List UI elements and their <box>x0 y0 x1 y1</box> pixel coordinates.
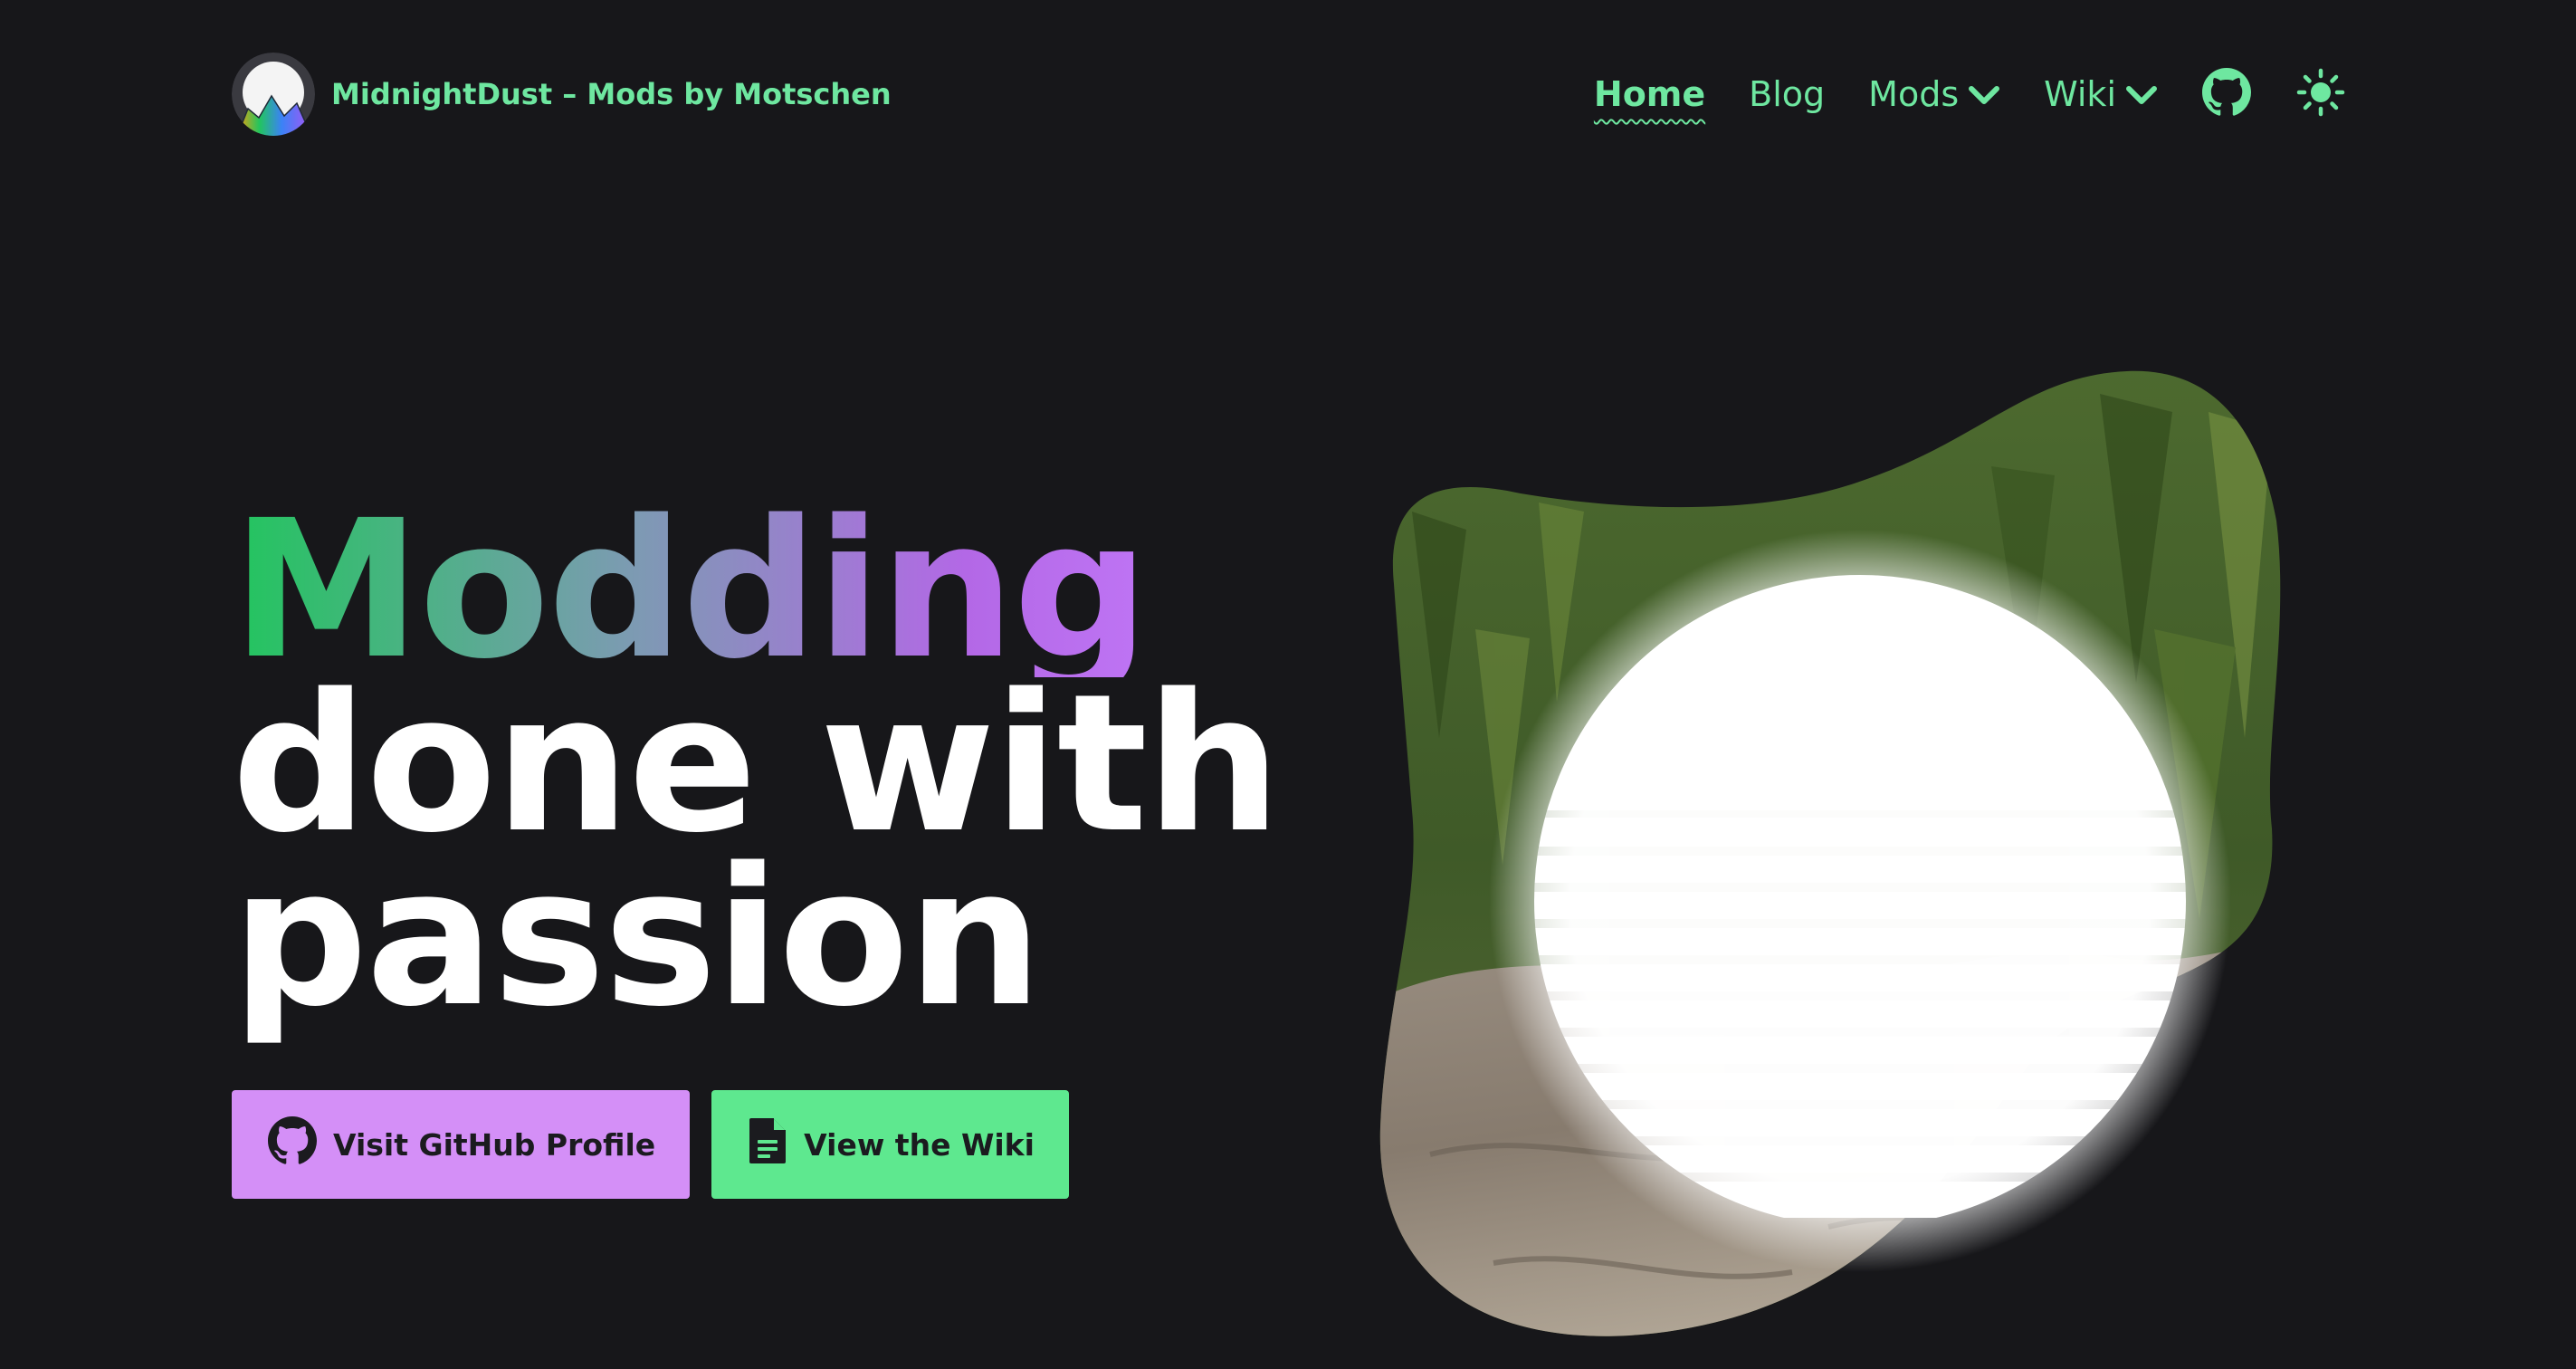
hero-title: Modding done with passion <box>232 495 1282 1048</box>
hero-title-highlight: Modding <box>232 495 1280 685</box>
sun-icon <box>2296 68 2345 120</box>
nav-item-blog[interactable]: Blog <box>1749 74 1825 114</box>
hero-actions: Visit GitHub Profile View the Wiki <box>232 1090 1069 1199</box>
github-icon <box>2202 68 2251 120</box>
nav-item-wiki-dropdown[interactable]: Wiki <box>2044 74 2158 114</box>
github-link[interactable] <box>2201 68 2252 120</box>
page: MidnightDust – Mods by Motschen Home Blo… <box>0 0 2576 1369</box>
nav-item-label: Mods <box>1868 74 1960 114</box>
hero-title-line-3: passion <box>232 827 1043 1048</box>
button-label: Visit GitHub Profile <box>333 1126 656 1163</box>
nav-item-label: Wiki <box>2044 74 2116 114</box>
theme-toggle-button[interactable] <box>2295 68 2346 120</box>
button-label: View the Wiki <box>804 1126 1035 1163</box>
github-icon <box>268 1116 317 1173</box>
visit-github-profile-button[interactable]: Visit GitHub Profile <box>232 1090 691 1199</box>
hero-title-line-2: done with <box>232 653 1282 875</box>
nav-item-mods-dropdown[interactable]: Mods <box>1868 74 2000 114</box>
nav-item-label: Home <box>1593 74 1706 114</box>
hero-artwork <box>1358 358 2371 1354</box>
chevron-down-icon <box>2125 74 2158 114</box>
main-nav: Home Blog Mods Wiki <box>1594 65 2346 123</box>
midnightdust-logo-icon <box>232 53 315 136</box>
chevron-down-icon <box>1968 74 2000 114</box>
brand-link[interactable]: MidnightDust – Mods by Motschen <box>232 53 892 136</box>
nav-item-label: Blog <box>1749 74 1826 114</box>
nav-item-home[interactable]: Home <box>1594 74 1705 114</box>
view-wiki-button[interactable]: View the Wiki <box>711 1090 1069 1199</box>
hero-artwork-svg <box>1379 370 2281 1336</box>
site-title: MidnightDust – Mods by Motschen <box>331 77 892 111</box>
document-icon <box>748 1116 787 1173</box>
